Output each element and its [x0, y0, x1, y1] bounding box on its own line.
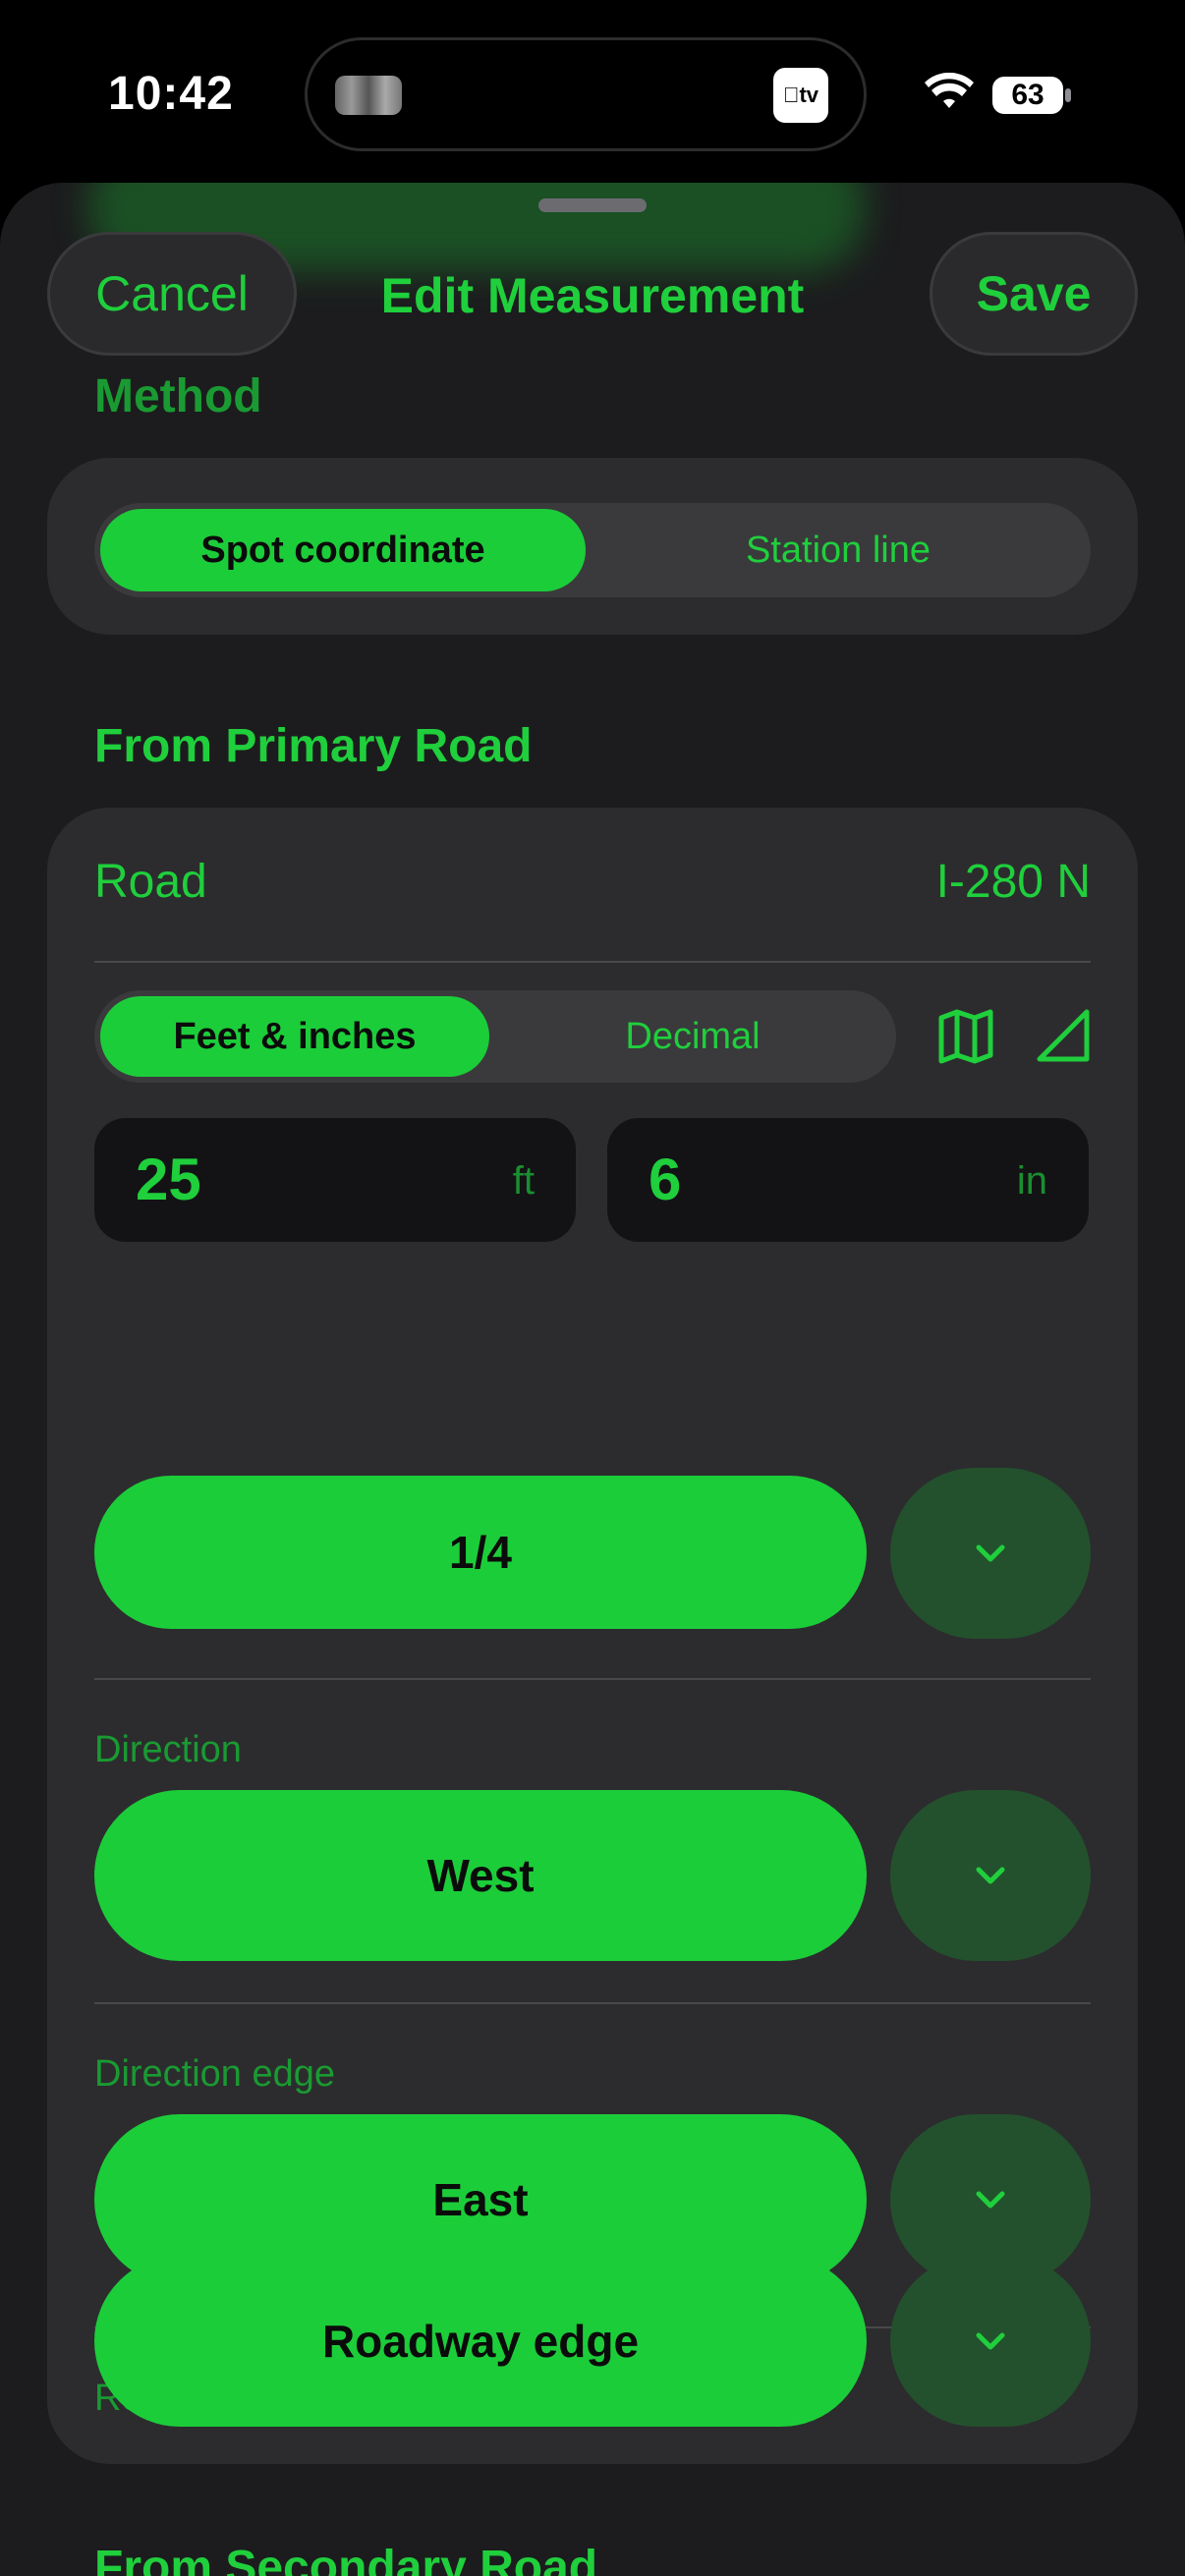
divider — [94, 1678, 1091, 1680]
wifi-icon — [925, 73, 974, 108]
divider — [94, 2002, 1091, 2004]
tv-label: tv — [791, 83, 818, 107]
dynamic-island[interactable]: tv — [305, 37, 867, 151]
feet-field[interactable]: ft — [94, 1118, 576, 1242]
direction-label: Direction — [94, 1729, 242, 1770]
road-edge-button[interactable]: Roadway edge — [94, 2256, 867, 2427]
primary-road-heading: From Primary Road — [94, 720, 533, 772]
unit-option-decimal[interactable]: Decimal — [495, 996, 890, 1077]
chevron-down-icon — [976, 1544, 1005, 1562]
fraction-dropdown-button[interactable] — [890, 1468, 1091, 1639]
inches-unit: in — [1016, 1159, 1047, 1203]
feet-input[interactable] — [136, 1146, 430, 1213]
method-segmented-control: Spot coordinate Station line — [94, 503, 1091, 597]
now-playing-thumbnail — [335, 76, 402, 115]
apple-tv-icon: tv — [773, 68, 828, 123]
road-edge-dropdown-button[interactable] — [890, 2256, 1091, 2427]
sheet-grabber[interactable] — [538, 198, 647, 212]
fraction-button[interactable]: 1/4 — [94, 1476, 867, 1629]
direction-dropdown-button[interactable] — [890, 1790, 1091, 1961]
method-card: Spot coordinate Station line — [47, 458, 1138, 635]
battery-tip — [1065, 88, 1071, 102]
feet-unit: ft — [512, 1159, 535, 1203]
chevron-down-icon — [976, 2332, 1005, 2350]
map-icon[interactable] — [931, 1002, 1000, 1071]
divider — [94, 961, 1091, 963]
chevron-down-icon — [976, 2191, 1005, 2209]
unit-segmented-control: Feet & inches Decimal — [94, 990, 896, 1083]
method-option-station-line[interactable]: Station line — [592, 509, 1085, 591]
secondary-road-heading: From Secondary Road — [94, 2542, 598, 2576]
inches-input[interactable] — [649, 1146, 943, 1213]
status-time: 10:42 — [108, 68, 234, 120]
primary-road-card: Road I-280 N Feet & inches Decimal ft in… — [47, 808, 1138, 2464]
direction-edge-label: Direction edge — [94, 2053, 336, 2095]
status-bar: 10:42 tv 63 — [0, 0, 1185, 187]
chevron-down-icon — [976, 1867, 1005, 1884]
unit-option-feet-inches[interactable]: Feet & inches — [100, 996, 489, 1077]
triangle-ruler-icon[interactable] — [1030, 1002, 1099, 1071]
distance-fields: ft in — [94, 1118, 1091, 1242]
road-label: Road — [94, 856, 207, 908]
direction-button[interactable]: West — [94, 1790, 867, 1961]
method-heading: Method — [94, 370, 262, 422]
inches-field[interactable]: in — [607, 1118, 1089, 1242]
battery-indicator: 63 — [992, 77, 1063, 114]
edit-measurement-sheet: Cancel Edit Measurement Save Method Spot… — [0, 183, 1185, 2576]
method-option-spot-coordinate[interactable]: Spot coordinate — [100, 509, 586, 591]
save-button[interactable]: Save — [930, 232, 1138, 356]
road-value[interactable]: I-280 N — [936, 855, 1091, 909]
